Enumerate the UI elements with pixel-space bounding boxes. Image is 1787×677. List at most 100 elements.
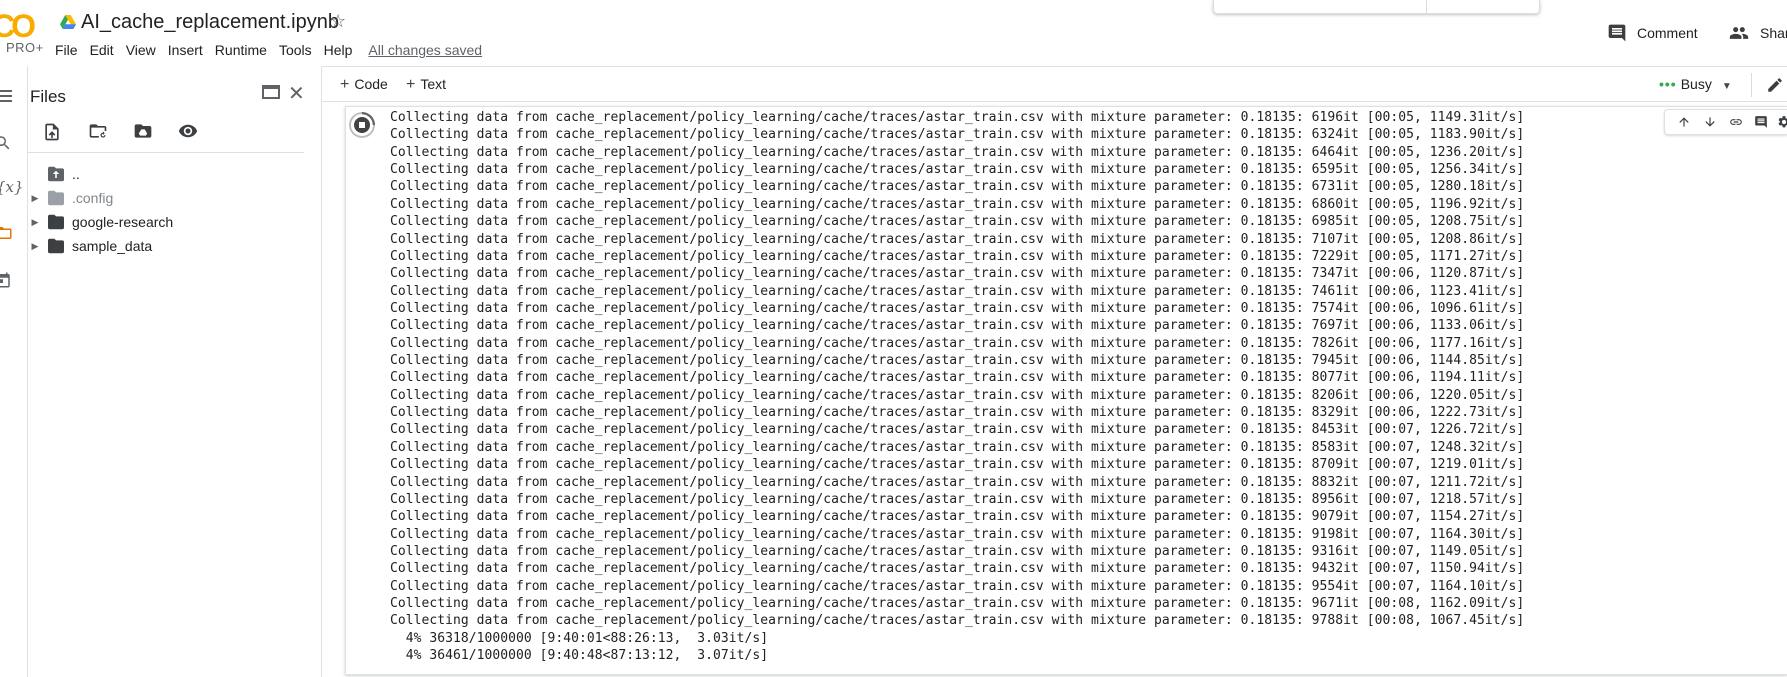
- menu-help[interactable]: Help: [324, 42, 353, 58]
- comment-button[interactable]: Comment: [1607, 23, 1698, 43]
- files-divider: [28, 152, 304, 153]
- mount-drive-button[interactable]: [132, 121, 177, 147]
- output-progress-line: Collecting data from cache_replacement/p…: [390, 543, 1525, 559]
- add-text-cell-button[interactable]: + Text: [406, 76, 446, 94]
- output-progress-line: Collecting data from cache_replacement/p…: [390, 422, 1525, 438]
- output-progress-line: Collecting data from cache_replacement/p…: [390, 405, 1525, 421]
- output-progress-line: Collecting data from cache_replacement/p…: [390, 353, 1525, 369]
- google-drive-icon[interactable]: [60, 15, 76, 29]
- folder-icon: [48, 214, 64, 230]
- comment-label: Comment: [1637, 25, 1698, 41]
- file-tree-label: .config: [72, 190, 114, 206]
- star-outline-icon[interactable]: ☆: [330, 11, 346, 32]
- comment-icon: [1608, 24, 1626, 42]
- calendar-icon[interactable]: [0, 271, 12, 289]
- output-progress-line: Collecting data from cache_replacement/p…: [390, 561, 1525, 577]
- output-progress-line: Collecting data from cache_replacement/p…: [390, 370, 1525, 386]
- output-progress-line: Collecting data from cache_replacement/p…: [390, 283, 1525, 299]
- refresh-button[interactable]: [87, 121, 132, 147]
- file-tree-label: google-research: [72, 214, 174, 230]
- share-button[interactable]: Share: [1728, 23, 1787, 43]
- output-progress-line: Collecting data from cache_replacement/p…: [390, 596, 1525, 612]
- open-in-new-window-icon[interactable]: [262, 84, 280, 100]
- chevron-right-icon[interactable]: ▶: [28, 193, 42, 204]
- file-tree-label: ..: [72, 166, 80, 182]
- summary-line-list: 4% 36318/1000000 [9:40:01<88:26:13, 3.03…: [390, 630, 1787, 665]
- caret-down-icon: ▼: [1721, 81, 1732, 92]
- people-icon: [1729, 27, 1749, 39]
- file-tree-row[interactable]: ▶ .config: [28, 186, 318, 210]
- folder-icon: [48, 190, 64, 206]
- share-label: Share: [1760, 25, 1787, 41]
- pro-plus-badge: PRO+: [6, 40, 44, 55]
- files-toolbar: [42, 121, 222, 147]
- dropdown-divider: [1426, 0, 1427, 13]
- output-progress-line: Collecting data from cache_replacement/p…: [390, 162, 1525, 178]
- file-tree-row[interactable]: ▶ sample_data: [28, 234, 318, 258]
- output-progress-line: Collecting data from cache_replacement/p…: [390, 248, 1525, 264]
- search-icon[interactable]: [0, 134, 12, 152]
- menu-insert[interactable]: Insert: [168, 42, 203, 58]
- output-line-cut-off: [390, 101, 1787, 109]
- output-summary-line: 4% 36461/1000000 [9:40:48<87:13:12, 3.07…: [390, 648, 769, 664]
- add-code-cell-button[interactable]: + Code: [340, 76, 388, 94]
- folder-icon[interactable]: [0, 224, 14, 242]
- output-progress-line: Collecting data from cache_replacement/p…: [390, 509, 1525, 525]
- drive-folder-icon: [134, 124, 152, 138]
- dropdown-panel-fragment: [1213, 0, 1540, 14]
- menu-tools[interactable]: Tools: [279, 42, 312, 58]
- menu-view[interactable]: View: [126, 42, 156, 58]
- file-tree-row[interactable]: ▶ google-research: [28, 210, 318, 234]
- toolbar-divider: [1751, 73, 1752, 97]
- output-progress-line: Collecting data from cache_replacement/p…: [390, 110, 1525, 125]
- menu-bar: File Edit View Insert Runtime Tools Help…: [55, 42, 482, 58]
- chevron-right-icon[interactable]: ▶: [28, 241, 42, 252]
- menu-runtime[interactable]: Runtime: [215, 42, 267, 58]
- output-progress-line: Collecting data from cache_replacement/p…: [390, 387, 1525, 403]
- progress-line-list: Collecting data from cache_replacement/p…: [390, 109, 1787, 630]
- output-progress-line: Collecting data from cache_replacement/p…: [390, 474, 1525, 490]
- eye-icon: [178, 124, 198, 138]
- upload-file-icon: [45, 123, 59, 141]
- output-progress-line: Collecting data from cache_replacement/p…: [390, 214, 1525, 230]
- left-rail: {x}: [0, 66, 28, 677]
- busy-dots-icon: •••: [1659, 76, 1677, 92]
- menu-edit[interactable]: Edit: [90, 42, 114, 58]
- hamburger-icon[interactable]: [0, 88, 12, 104]
- output-summary-line: 4% 36318/1000000 [9:40:01<88:26:13, 3.03…: [390, 630, 769, 646]
- files-panel: Files ✕ .. ▶ .config ▶ google-research ▶…: [28, 66, 322, 677]
- menu-file[interactable]: File: [55, 42, 78, 58]
- output-progress-line: Collecting data from cache_replacement/p…: [390, 439, 1525, 455]
- folder-icon: [48, 238, 64, 254]
- stop-execution-icon[interactable]: [349, 112, 375, 138]
- add-text-label: Text: [420, 76, 447, 92]
- chevron-right-icon[interactable]: ▶: [28, 217, 42, 228]
- runtime-status-label: Busy: [1680, 76, 1712, 92]
- file-tree: .. ▶ .config ▶ google-research ▶ sample_…: [28, 162, 318, 258]
- folder-up-icon: [48, 166, 64, 182]
- output-progress-line: Collecting data from cache_replacement/p…: [390, 266, 1525, 282]
- close-icon[interactable]: ✕: [288, 83, 305, 103]
- plus-icon: +: [340, 76, 350, 93]
- output-progress-line: Collecting data from cache_replacement/p…: [390, 300, 1525, 316]
- file-tree-row[interactable]: ..: [28, 162, 318, 186]
- upload-file-button[interactable]: [42, 121, 87, 147]
- app-header: CO PRO+ AI_cache_replacement.ipynb ☆ Fil…: [0, 0, 1787, 66]
- output-progress-line: Collecting data from cache_replacement/p…: [390, 613, 1525, 629]
- cell-output: Collecting data from cache_replacement/p…: [390, 101, 1787, 665]
- output-progress-line: Collecting data from cache_replacement/p…: [390, 231, 1525, 247]
- output-progress-line: Collecting data from cache_replacement/p…: [390, 526, 1525, 542]
- pencil-icon[interactable]: [1766, 76, 1784, 94]
- output-progress-line: Collecting data from cache_replacement/p…: [390, 335, 1525, 351]
- output-progress-line: Collecting data from cache_replacement/p…: [390, 491, 1525, 507]
- output-progress-line: Collecting data from cache_replacement/p…: [390, 196, 1525, 212]
- output-progress-line: Collecting data from cache_replacement/p…: [390, 144, 1525, 160]
- output-progress-line: Collecting data from cache_replacement/p…: [390, 318, 1525, 334]
- output-progress-line: Collecting data from cache_replacement/p…: [390, 179, 1525, 195]
- toggle-hidden-files-button[interactable]: [177, 121, 222, 147]
- files-panel-title: Files: [30, 87, 66, 106]
- notebook-title[interactable]: AI_cache_replacement.ipynb: [81, 11, 339, 34]
- runtime-status-button[interactable]: ••• Busy ▼: [1659, 76, 1732, 92]
- variables-icon[interactable]: {x}: [0, 178, 24, 196]
- save-status-link[interactable]: All changes saved: [368, 42, 482, 58]
